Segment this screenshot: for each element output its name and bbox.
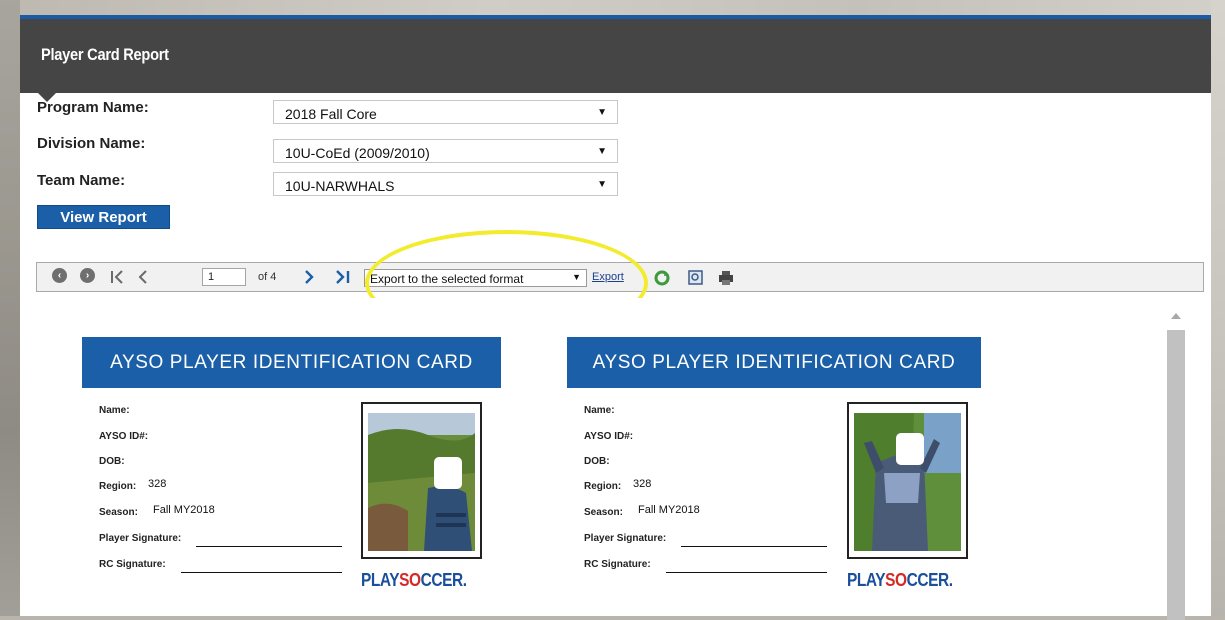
- name-label: Name:: [584, 405, 615, 416]
- report-panel: Player Card Report Program Name: 2018 Fa…: [20, 15, 1211, 620]
- forward-icon[interactable]: ›: [80, 268, 95, 283]
- first-page-icon[interactable]: [110, 269, 124, 285]
- region-label: Region:: [99, 481, 137, 492]
- view-report-button[interactable]: View Report: [37, 205, 170, 229]
- dob-label: DOB:: [99, 456, 125, 467]
- last-page-icon[interactable]: [335, 269, 351, 285]
- team-name-select[interactable]: 10U-NARWHALS ▼: [273, 172, 618, 196]
- print-icon[interactable]: [718, 270, 734, 286]
- player-photo-frame: [847, 402, 968, 559]
- card-banner: AYSO PLAYER IDENTIFICATION CARD: [567, 337, 981, 388]
- refresh-icon[interactable]: [654, 270, 670, 286]
- season-value: Fall MY2018: [638, 504, 700, 516]
- rc-signature-label: RC Signature:: [584, 559, 651, 570]
- ayso-id-label: AYSO ID#:: [584, 431, 634, 442]
- redacted-face: [896, 433, 924, 465]
- previous-page-icon[interactable]: [137, 269, 149, 285]
- rc-signature-line: [666, 572, 827, 573]
- season-label: Season:: [584, 507, 623, 518]
- panel-header: Player Card Report: [20, 19, 1211, 93]
- division-name-value: 10U-CoEd (2009/2010): [285, 145, 430, 161]
- player-signature-label: Player Signature:: [99, 533, 182, 544]
- team-name-value: 10U-NARWHALS: [285, 178, 395, 194]
- player-photo: [368, 413, 475, 551]
- player-id-card: AYSO PLAYER IDENTIFICATION CARD Name: AY…: [567, 337, 987, 607]
- next-page-icon[interactable]: [303, 269, 315, 285]
- region-value: 328: [148, 478, 167, 490]
- player-photo: [854, 413, 961, 551]
- player-signature-label: Player Signature:: [584, 533, 667, 544]
- program-name-value: 2018 Fall Core: [285, 106, 377, 122]
- season-value: Fall MY2018: [153, 504, 215, 516]
- page-number-input[interactable]: 1: [202, 268, 246, 286]
- background-left: [0, 0, 20, 616]
- print-preview-icon[interactable]: [688, 270, 704, 286]
- season-label: Season:: [99, 507, 138, 518]
- redacted-face: [434, 457, 462, 489]
- rc-signature-label: RC Signature:: [99, 559, 166, 570]
- background-right: [1211, 0, 1225, 616]
- team-name-label: Team Name:: [37, 172, 126, 189]
- rc-signature-line: [181, 572, 342, 573]
- player-signature-line: [196, 546, 342, 547]
- playsoccer-logo: PLAYSOCCER.: [361, 570, 467, 590]
- chevron-down-icon: ▼: [597, 107, 607, 118]
- background-top: [0, 0, 1225, 15]
- program-name-label: Program Name:: [37, 99, 149, 116]
- dob-label: DOB:: [584, 456, 610, 467]
- player-id-card: AYSO PLAYER IDENTIFICATION CARD Name: AY…: [82, 337, 502, 607]
- division-name-label: Division Name:: [37, 135, 146, 152]
- scrollbar-thumb[interactable]: [1167, 330, 1185, 620]
- chevron-down-icon: ▼: [597, 179, 607, 190]
- ayso-id-label: AYSO ID#:: [99, 431, 149, 442]
- program-name-select[interactable]: 2018 Fall Core ▼: [273, 100, 618, 124]
- page-title: Player Card Report: [41, 45, 169, 64]
- chevron-down-icon: ▼: [597, 146, 607, 157]
- player-signature-line: [681, 546, 827, 547]
- region-value: 328: [633, 478, 652, 490]
- page-count-label: of 4: [258, 271, 277, 283]
- report-scrollbar[interactable]: [1164, 308, 1188, 620]
- scroll-up-icon[interactable]: [1171, 313, 1181, 319]
- card-banner: AYSO PLAYER IDENTIFICATION CARD: [82, 337, 501, 388]
- name-label: Name:: [99, 405, 130, 416]
- player-photo-frame: [361, 402, 482, 559]
- division-name-select[interactable]: 10U-CoEd (2009/2010) ▼: [273, 139, 618, 163]
- region-label: Region:: [584, 481, 622, 492]
- playsoccer-logo: PLAYSOCCER.: [847, 570, 953, 590]
- back-icon[interactable]: ‹: [52, 268, 67, 283]
